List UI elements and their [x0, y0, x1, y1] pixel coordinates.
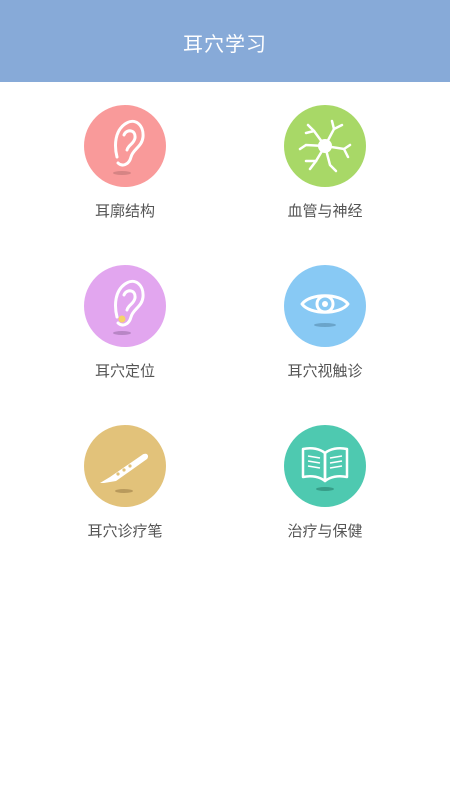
- pen-icon: [84, 425, 166, 507]
- menu-item-label: 耳穴视触诊: [287, 362, 363, 380]
- menu-item-treatment-care[interactable]: 治疗与保健: [245, 402, 405, 542]
- menu-item-ear-structure[interactable]: 耳廓结构: [45, 82, 205, 222]
- menu-item-label: 耳穴定位: [94, 362, 155, 380]
- page-title: 耳穴学习: [183, 31, 267, 56]
- menu-item-label: 血管与神经: [287, 202, 363, 220]
- eye-icon: [284, 265, 366, 347]
- menu-item-point-location[interactable]: 耳穴定位: [45, 242, 205, 382]
- neuron-icon: [284, 105, 366, 187]
- menu-item-vessels-nerves[interactable]: 血管与神经: [245, 82, 405, 222]
- ear-icon: [84, 105, 166, 187]
- menu-item-label: 耳廓结构: [94, 202, 155, 220]
- menu-item-label: 治疗与保健: [287, 522, 363, 540]
- book-icon: [284, 425, 366, 507]
- top-bar: 耳穴学习: [0, 0, 450, 82]
- menu-item-visual-palpation[interactable]: 耳穴视触诊: [245, 242, 405, 382]
- menu-item-diagnostic-pen[interactable]: 耳穴诊疗笔: [45, 402, 205, 542]
- app-screen: 耳穴学习 耳廓结构 血管与神经 耳穴定位 耳穴视触诊 耳穴诊疗笔 治疗与保健: [0, 0, 450, 800]
- ear-point-icon: [84, 265, 166, 347]
- menu-item-label: 耳穴诊疗笔: [87, 522, 163, 540]
